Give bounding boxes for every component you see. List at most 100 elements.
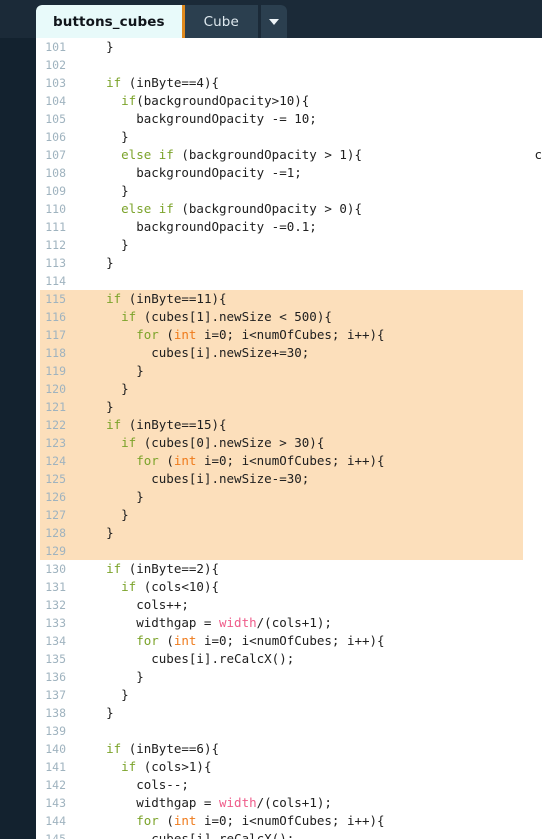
code-text: if (inByte==4){	[76, 74, 219, 92]
code-line[interactable]: 125 cubes[i].newSize-=30;	[36, 470, 542, 488]
code-line[interactable]: 137 }	[36, 686, 542, 704]
code-line[interactable]: 107 else if (backgroundOpacity > 1){c	[36, 146, 542, 164]
code-token: if	[106, 561, 122, 576]
code-line[interactable]: 143 widthgap = width/(cols+1);	[36, 794, 542, 812]
line-number: 113	[45, 256, 66, 270]
code-line[interactable]: 127 }	[36, 506, 542, 524]
code-line[interactable]: 116 if (cubes[1].newSize < 500){	[36, 308, 542, 326]
code-line[interactable]: 104 if(backgroundOpacity>10){	[36, 92, 542, 110]
code-token: cubes[i].reCalcX();	[76, 831, 295, 839]
sketch-tab-bar: buttons_cubes Cube	[0, 0, 542, 38]
tab-menu-button[interactable]	[260, 5, 287, 38]
line-number: 139	[45, 724, 66, 738]
code-token: (cubes[1].newSize < 500){	[136, 309, 332, 324]
code-editor[interactable]: 101 } 102 103 if (inByte==4){104 if(backgr…	[0, 38, 542, 839]
code-line[interactable]: 123 if (cubes[0].newSize > 30){	[36, 434, 542, 452]
code-line[interactable]: 102	[36, 56, 542, 74]
code-line[interactable]: 128 }	[36, 524, 542, 542]
code-text: }	[76, 488, 144, 506]
code-token: if	[121, 93, 137, 108]
code-token: /(cols+1);	[256, 795, 332, 810]
code-line[interactable]: 114	[36, 272, 542, 290]
line-number: 138	[45, 706, 66, 720]
code-token: i=0; i<numOfCubes; i++){	[196, 327, 385, 342]
code-line[interactable]: 138 }	[36, 704, 542, 722]
code-text: }	[76, 182, 129, 200]
code-line[interactable]: 109 }	[36, 182, 542, 200]
code-token: widthgap =	[76, 795, 219, 810]
code-text: }	[76, 362, 144, 380]
code-token: (	[158, 327, 174, 342]
code-line[interactable]: 130 if (inByte==2){	[36, 560, 542, 578]
code-line[interactable]: 117 for (int i=0; i<numOfCubes; i++){	[36, 326, 542, 344]
line-number: 129	[45, 544, 66, 558]
tab-cube[interactable]: Cube	[184, 5, 258, 38]
code-text: }	[76, 254, 114, 272]
code-line[interactable]: 106 }	[36, 128, 542, 146]
line-number: 137	[45, 688, 66, 702]
code-text: for (int i=0; i<numOfCubes; i++){	[76, 632, 384, 650]
code-line[interactable]: 126 }	[36, 488, 542, 506]
code-line[interactable]: 131 if (cols<10){	[36, 578, 542, 596]
code-line[interactable]: 139	[36, 722, 542, 740]
code-token: }	[76, 525, 114, 540]
line-number: 124	[45, 454, 66, 468]
line-number: 108	[45, 166, 66, 180]
code-lines[interactable]: 101 } 102 103 if (inByte==4){104 if(backgr…	[36, 38, 542, 839]
code-token: (inByte==2){	[121, 561, 220, 576]
code-token: for	[136, 453, 159, 468]
code-text: }	[76, 506, 129, 524]
code-canvas[interactable]: 101 } 102 103 if (inByte==4){104 if(backgr…	[36, 38, 542, 839]
code-line[interactable]: 120 }	[36, 380, 542, 398]
pde-window: buttons_cubes Cube 101 } 102 103 if (inByt…	[0, 0, 542, 839]
code-token: /(cols+1);	[256, 615, 332, 630]
code-text: if (cols>1){	[76, 758, 211, 776]
code-token: widthgap =	[76, 615, 219, 630]
line-number: 104	[45, 94, 66, 108]
code-line[interactable]: 124 for (int i=0; i<numOfCubes; i++){	[36, 452, 542, 470]
code-token: for	[136, 633, 159, 648]
code-line[interactable]: 141 if (cols>1){	[36, 758, 542, 776]
line-number: 143	[45, 796, 66, 810]
code-line[interactable]: 119 }	[36, 362, 542, 380]
code-line[interactable]: 111 backgroundOpacity -=0.1;	[36, 218, 542, 236]
code-line[interactable]: 108 backgroundOpacity -=1;	[36, 164, 542, 182]
code-line[interactable]: 145 cubes[i].reCalcX();	[36, 830, 542, 839]
code-line[interactable]: 115 if (inByte==11){	[36, 290, 542, 308]
code-token: int	[173, 327, 197, 342]
code-line[interactable]: 112 }	[36, 236, 542, 254]
code-line[interactable]: 113 }	[36, 254, 542, 272]
code-line[interactable]: 142 cols--;	[36, 776, 542, 794]
line-number: 122	[45, 418, 66, 432]
tab-buttons_cubes[interactable]: buttons_cubes	[36, 5, 182, 38]
code-line[interactable]: 135 cubes[i].reCalcX();	[36, 650, 542, 668]
code-line[interactable]: 101 }	[36, 38, 542, 56]
code-text: widthgap = width/(cols+1);	[76, 794, 332, 812]
code-line[interactable]: 105 backgroundOpacity -= 10;	[36, 110, 542, 128]
code-line[interactable]: 132 cols++;	[36, 596, 542, 614]
code-line[interactable]: 103 if (inByte==4){	[36, 74, 542, 92]
code-line[interactable]: 129	[36, 542, 542, 560]
code-line[interactable]: 121 }	[36, 398, 542, 416]
code-line[interactable]: 122 if (inByte==15){	[36, 416, 542, 434]
code-token: }	[76, 129, 129, 144]
line-number: 105	[45, 112, 66, 126]
code-token: if	[106, 75, 122, 90]
code-token: }	[76, 489, 144, 504]
line-number: 114	[45, 274, 66, 288]
code-text: }	[76, 380, 129, 398]
code-token: backgroundOpacity -= 10;	[76, 111, 317, 126]
code-line[interactable]: 133 widthgap = width/(cols+1);	[36, 614, 542, 632]
line-number: 135	[45, 652, 66, 666]
code-line[interactable]: 140 if (inByte==6){	[36, 740, 542, 758]
code-line[interactable]: 110 else if (backgroundOpacity > 0){	[36, 200, 542, 218]
code-token: for	[136, 327, 159, 342]
code-line[interactable]: 136 }	[36, 668, 542, 686]
code-line[interactable]: 118 cubes[i].newSize+=30;	[36, 344, 542, 362]
code-line[interactable]: 134 for (int i=0; i<numOfCubes; i++){	[36, 632, 542, 650]
code-line[interactable]: 144 for (int i=0; i<numOfCubes; i++){	[36, 812, 542, 830]
